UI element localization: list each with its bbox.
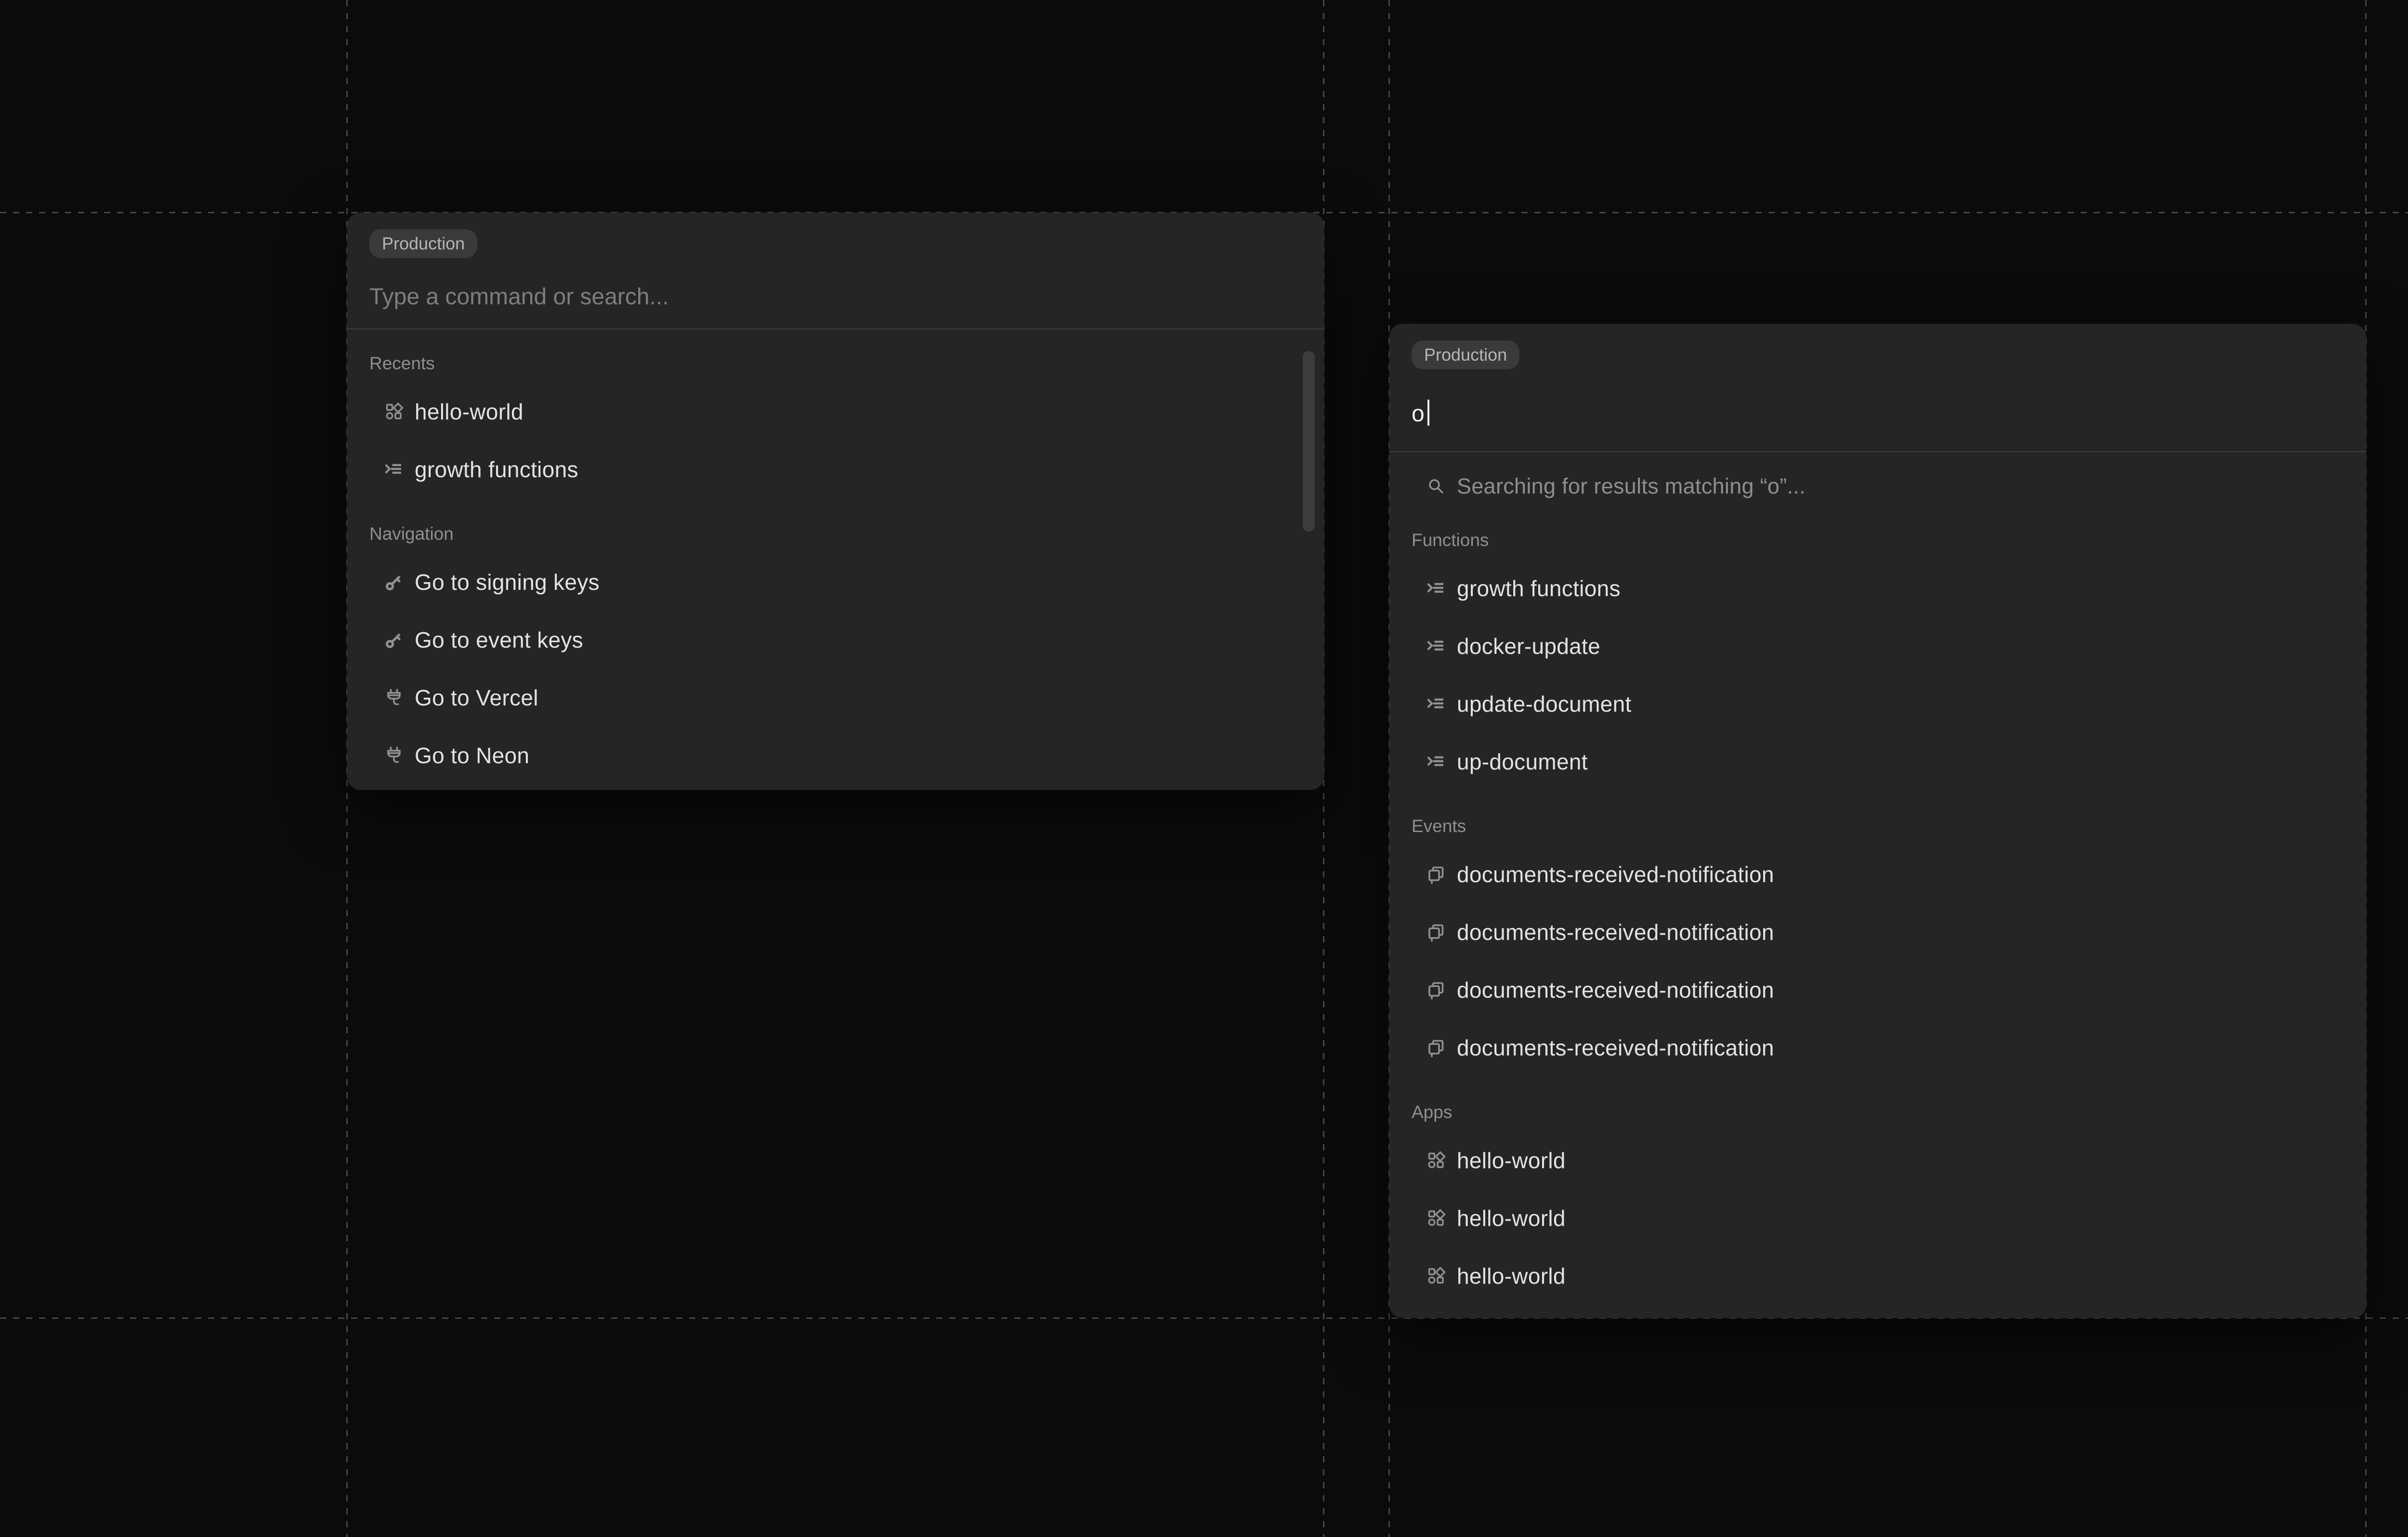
section-label: Recents <box>369 352 1309 375</box>
app-icon <box>384 402 404 421</box>
section-label: Events <box>1412 815 2352 837</box>
canvas: Production Type a command or search... R… <box>0 0 2408 1537</box>
app-icon <box>1426 1151 1446 1170</box>
list-item[interactable]: Go to signing keys <box>347 553 1309 611</box>
key-icon <box>384 630 404 650</box>
event-icon <box>1426 923 1446 942</box>
key-icon <box>384 573 404 592</box>
list-item-label: growth functions <box>1457 575 1621 601</box>
list-item-label: growth functions <box>415 456 578 482</box>
event-icon <box>1426 980 1446 1000</box>
results-list: Searching for results matching “o”... Fu… <box>1389 452 2352 1305</box>
list-item[interactable]: hello-world <box>1389 1189 2352 1247</box>
function-icon <box>1426 752 1446 771</box>
list-item[interactable]: documents-received-notification <box>1389 846 2352 903</box>
section-label: Navigation <box>369 523 1309 545</box>
list-item[interactable]: documents-received-notification <box>1389 903 2352 961</box>
event-icon <box>1426 1038 1446 1057</box>
list-item[interactable]: documents-received-notification <box>1389 961 2352 1019</box>
list-item-label: Go to event keys <box>415 627 583 653</box>
list-item[interactable]: hello-world <box>1389 1132 2352 1189</box>
command-input[interactable]: Type a command or search... <box>369 284 1302 311</box>
plug-icon <box>384 688 404 707</box>
list-item-label: Go to Neon <box>415 742 529 768</box>
list-item-label: documents-received-notification <box>1457 861 1774 887</box>
environment-badge: Production <box>369 229 477 258</box>
list-item[interactable]: growth functions <box>347 441 1309 498</box>
app-icon <box>1426 1209 1446 1228</box>
function-icon <box>1426 694 1446 714</box>
list-item[interactable]: hello-world <box>1389 1247 2352 1305</box>
list-item[interactable]: update-document <box>1389 675 2352 733</box>
list-item[interactable]: hello-world <box>347 383 1309 441</box>
list-item-label: documents-received-notification <box>1457 919 1774 945</box>
list-item[interactable]: Go to Vercel <box>347 669 1309 727</box>
list-item-label: hello-world <box>1457 1147 1566 1173</box>
function-icon <box>1426 637 1446 656</box>
list-item-label: hello-world <box>1457 1205 1566 1231</box>
search-status-row: Searching for results matching “o”... <box>1389 457 2352 515</box>
function-icon <box>384 460 404 479</box>
command-input-placeholder: Type a command or search... <box>369 284 669 310</box>
list-item-label: hello-world <box>415 399 523 425</box>
list-item[interactable]: up-document <box>1389 733 2352 791</box>
list-item[interactable]: documents-received-notification <box>1389 1019 2352 1077</box>
command-palette-left: Production Type a command or search... R… <box>347 213 1324 790</box>
list-item-label: up-document <box>1457 749 1588 775</box>
app-icon <box>1426 1266 1446 1286</box>
list-item-label: docker-update <box>1457 633 1600 659</box>
list-item-label: Go to Vercel <box>415 685 538 711</box>
list-item[interactable]: Go to event keys <box>347 611 1309 669</box>
command-input[interactable]: o <box>1412 400 2344 428</box>
list-item[interactable]: Go to Neon <box>347 727 1309 784</box>
scrollbar-thumb[interactable] <box>1303 351 1315 532</box>
list-item-label: documents-received-notification <box>1457 977 1774 1003</box>
command-palette-right: Production o Searching for results match… <box>1389 324 2366 1318</box>
text-caret <box>1427 400 1429 426</box>
list-item-label: hello-world <box>1457 1263 1566 1289</box>
list-item[interactable]: growth functions <box>1389 560 2352 617</box>
plug-icon <box>384 746 404 765</box>
list-item-label: update-document <box>1457 691 1632 717</box>
list-item-label: documents-received-notification <box>1457 1035 1774 1061</box>
function-icon <box>1426 579 1446 598</box>
environment-badge: Production <box>1412 340 1519 369</box>
command-input-value: o <box>1412 401 1425 427</box>
search-icon <box>1426 477 1446 496</box>
list-item[interactable]: docker-update <box>1389 617 2352 675</box>
section-label: Functions <box>1412 529 2352 551</box>
results-list: Recents hello-world growth functions Navi… <box>347 328 1309 784</box>
list-item-label: Go to signing keys <box>415 569 600 595</box>
event-icon <box>1426 865 1446 884</box>
search-status-text: Searching for results matching “o”... <box>1457 474 1806 499</box>
section-label: Apps <box>1412 1101 2352 1123</box>
